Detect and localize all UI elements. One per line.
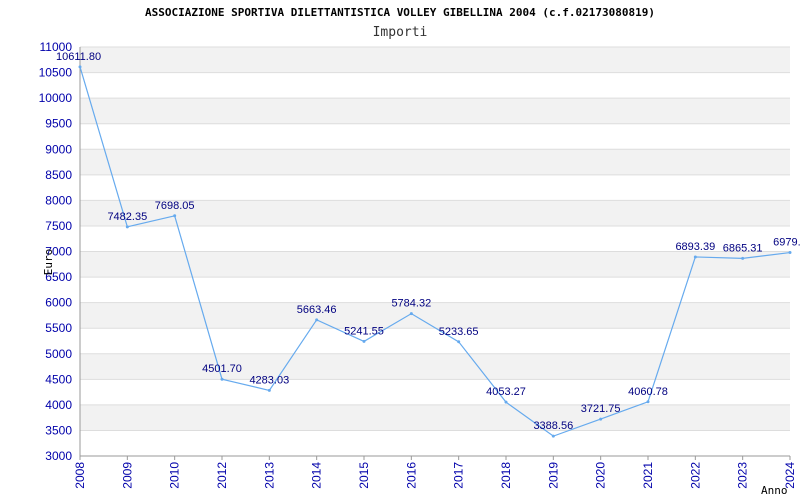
data-label: 4053.27 xyxy=(486,386,526,398)
grid-band xyxy=(80,149,790,175)
x-tick-label: 2016 xyxy=(404,462,418,489)
data-label: 6865.31 xyxy=(723,242,763,254)
data-point xyxy=(267,388,271,392)
x-tick-label: 2019 xyxy=(546,462,560,489)
y-tick-label: 9000 xyxy=(45,142,72,156)
y-tick-label: 5500 xyxy=(45,321,72,335)
data-point xyxy=(551,434,555,438)
y-tick-label: 3000 xyxy=(45,449,72,463)
grid-band xyxy=(80,302,790,329)
y-axis-label: Euro xyxy=(42,249,55,276)
x-tick-label: 2017 xyxy=(452,462,466,489)
x-tick-label: 2008 xyxy=(73,462,87,489)
grid-band xyxy=(80,353,790,380)
data-point xyxy=(362,339,366,343)
data-label: 10611.80 xyxy=(56,51,101,63)
y-tick-label: 8500 xyxy=(45,168,72,182)
data-point xyxy=(457,340,461,344)
x-axis-ticks: 2008 2009 2010 2012 2013 2014 2015 2016 2017 2018… xyxy=(73,456,797,489)
data-point xyxy=(504,400,508,404)
grid-bands xyxy=(80,47,790,431)
data-label: 5233.65 xyxy=(439,326,479,338)
data-label: 5663.46 xyxy=(297,304,337,316)
grid-band xyxy=(80,47,790,73)
data-point xyxy=(693,255,697,259)
y-tick-label: 9500 xyxy=(45,117,72,131)
data-point xyxy=(788,251,792,255)
y-tick-label: 3500 xyxy=(45,423,72,437)
x-tick-label: 2015 xyxy=(357,462,371,489)
data-point xyxy=(125,225,129,229)
data-point xyxy=(78,65,82,69)
grid-band xyxy=(80,98,790,124)
y-tick-label: 10000 xyxy=(39,91,73,105)
data-label: 3388.56 xyxy=(533,420,573,432)
data-label: 7698.05 xyxy=(155,200,195,212)
x-tick-label: 2020 xyxy=(594,462,608,489)
data-point xyxy=(220,377,224,381)
x-tick-label: 2010 xyxy=(168,462,182,489)
data-point xyxy=(599,417,603,421)
y-tick-label: 5000 xyxy=(45,347,72,361)
data-label: 4501.70 xyxy=(202,363,242,375)
x-tick-label: 2009 xyxy=(120,462,134,489)
y-tick-label: 7500 xyxy=(45,219,72,233)
y-tick-label: 6000 xyxy=(45,296,72,310)
y-tick-label: 8000 xyxy=(45,193,72,207)
y-tick-label: 10500 xyxy=(39,66,73,80)
x-axis-label: Anno xyxy=(761,484,788,497)
y-tick-label: 4500 xyxy=(45,372,72,386)
data-label: 5784.32 xyxy=(391,298,431,310)
data-label: 5241.55 xyxy=(344,325,384,337)
y-tick-label: 4000 xyxy=(45,398,72,412)
x-tick-label: 2023 xyxy=(736,462,750,489)
data-point xyxy=(409,312,413,316)
data-label: 7482.35 xyxy=(107,211,147,223)
line-chart: 3000350040004500500055006000650070007500… xyxy=(39,40,800,497)
data-point xyxy=(741,256,745,260)
data-label: 3721.75 xyxy=(581,403,621,415)
x-tick-label: 2018 xyxy=(499,462,513,489)
data-point xyxy=(315,318,319,322)
data-label: 6979.4 xyxy=(773,237,800,249)
x-tick-label: 2013 xyxy=(262,462,276,489)
data-label: 4060.78 xyxy=(628,386,668,398)
x-tick-label: 2014 xyxy=(310,462,324,489)
grid-band xyxy=(80,404,790,431)
data-label: 4283.03 xyxy=(249,374,289,386)
data-point xyxy=(646,400,650,404)
x-tick-label: 2012 xyxy=(215,462,229,489)
x-tick-label: 2022 xyxy=(688,462,702,489)
data-point xyxy=(173,214,177,218)
x-tick-label: 2021 xyxy=(641,462,655,489)
data-label: 6893.39 xyxy=(675,241,715,253)
